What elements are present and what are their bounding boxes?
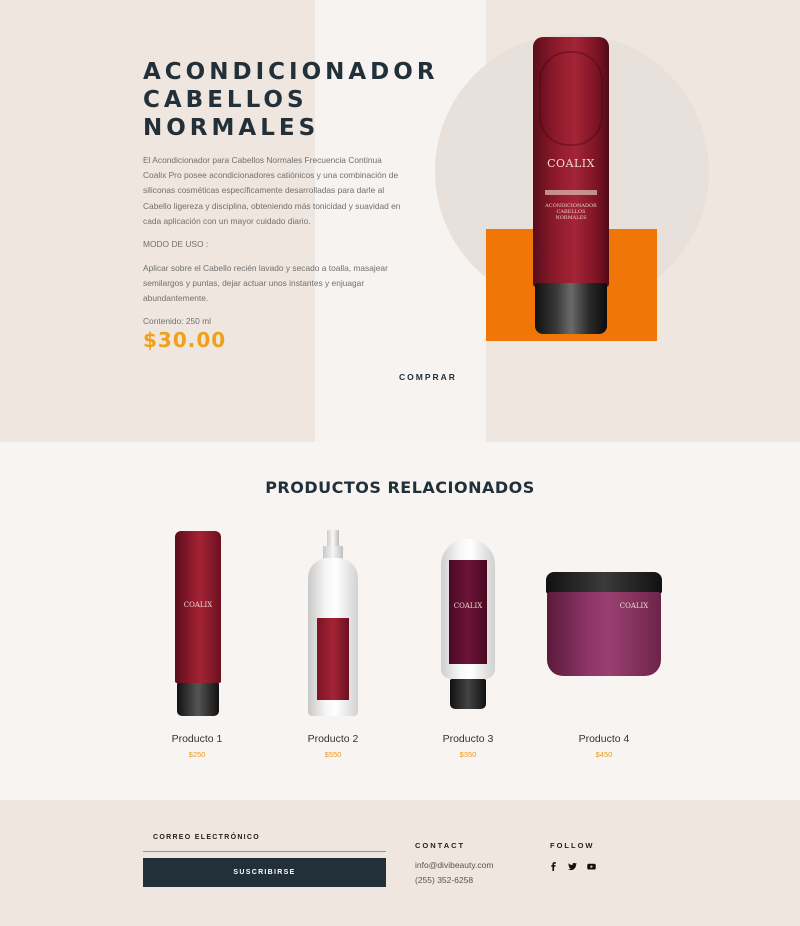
product-price: $450 [595,750,613,759]
follow-heading: FOLLOW [550,841,595,850]
hero-section: ACONDICIONADOR CABELLOS NORMALES El Acon… [0,0,800,442]
contact-email-link[interactable]: info@divibeauty.com [415,860,493,870]
twitter-icon[interactable] [566,860,578,872]
product-title: ACONDICIONADOR CABELLOS NORMALES [143,59,439,141]
bottle-body: COALIX [175,531,221,683]
product-card[interactable]: COALIX Producto 4 $450 [539,520,669,759]
product-image: COALIX ACONDICIONADOR CABELLOS NORMALES [533,37,609,334]
usage-mode-label: MODO DE USO : [143,239,209,249]
contact-phone-link[interactable]: (255) 352-6258 [415,875,473,885]
tube-cap [450,679,486,709]
product-thumbnail: COALIX [403,520,533,720]
jar-body: COALIX [547,592,661,676]
usage-mode-text: Aplicar sobre el Cabello recién lavado y… [143,263,388,304]
product-card[interactable]: COALIX Producto 1 $250 [132,520,262,759]
product-price: $550 [324,750,342,759]
product-price: $30.00 [143,328,227,352]
tube-brand: COALIX [453,602,483,610]
bottle-brand: COALIX [547,157,595,170]
product-thumbnail: COALIX [539,520,669,720]
related-products-title: PRODUCTOS RELACIONADOS [265,478,535,497]
bottle-subtitle: ACONDICIONADOR CABELLOS NORMALES [545,203,597,221]
product-price: $250 [188,750,206,759]
bottle-cap [177,683,219,716]
product-description: El Acondicionador para Cabellos Normales… [143,155,401,226]
facebook-icon[interactable] [547,860,559,872]
product-name[interactable]: Producto 1 [132,733,262,745]
contact-heading: CONTACT [415,841,466,850]
product-card[interactable]: COALIX Producto 3 $350 [403,520,533,759]
tube-label: COALIX [449,560,487,664]
subscribe-button[interactable]: SUSCRIBIRSE [143,858,386,887]
buy-button[interactable]: COMPRAR [399,372,457,382]
product-thumbnail: COALIX [132,520,262,720]
bottle-cap [535,283,607,334]
product-name[interactable]: Producto 2 [268,733,398,745]
product-name[interactable]: Producto 4 [539,733,669,745]
footer [0,800,800,926]
youtube-icon[interactable] [585,860,597,872]
product-name[interactable]: Producto 3 [403,733,533,745]
product-card[interactable]: Producto 2 $550 [268,520,398,759]
bottle-decoration [539,51,603,146]
bottle-brand: COALIX [183,601,213,609]
jar-brand: COALIX [619,602,649,610]
product-content: Contenido: 250 ml [143,316,211,326]
email-label: CORREO ELECTRÓNICO [153,834,261,841]
jar-lid [546,572,662,594]
product-price: $350 [459,750,477,759]
product-thumbnail [268,520,398,720]
bottle-label [317,618,349,700]
bottle-label-line [545,190,597,195]
bottle-body: COALIX ACONDICIONADOR CABELLOS NORMALES [533,37,609,287]
